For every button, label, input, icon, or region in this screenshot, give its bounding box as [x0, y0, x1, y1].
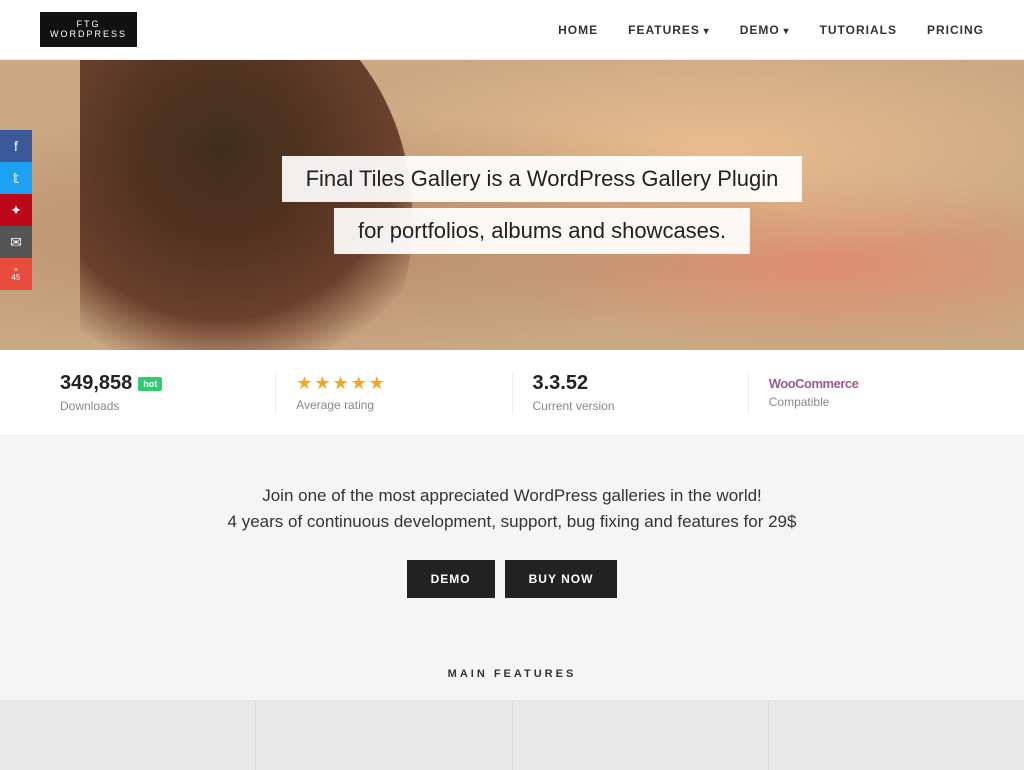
demo-button[interactable]: DEMO: [407, 560, 495, 598]
hot-badge: hot: [138, 377, 162, 391]
logo-line2: WORDPRESS: [50, 30, 127, 40]
logo[interactable]: FTG WORDPRESS: [40, 12, 137, 48]
feature-card-2: [256, 700, 512, 770]
downloads-number: 349,858: [60, 372, 132, 395]
hero-section: Final Tiles Gallery is a WordPress Galle…: [0, 60, 1024, 350]
stat-version: 3.3.52 Current version: [533, 372, 728, 413]
version-value: 3.3.52: [533, 372, 589, 395]
navbar: FTG WORDPRESS HOME FEATURES DEMO TUTORIA…: [0, 0, 1024, 60]
stat-woo: WooCommerce Compatible: [769, 376, 964, 409]
nav-features[interactable]: FEATURES: [628, 23, 710, 37]
rating-stars: ★★★★★: [296, 373, 387, 394]
pinterest-button[interactable]: ✦: [0, 194, 32, 226]
woo-compatible-label: Compatible: [769, 395, 830, 409]
buy-now-button[interactable]: BUY NOW: [505, 560, 618, 598]
stat-rating: ★★★★★ Average rating: [296, 373, 491, 412]
promo-section: Join one of the most appreciated WordPre…: [0, 436, 1024, 638]
hero-headline-1: Final Tiles Gallery is a WordPress Galle…: [282, 156, 803, 202]
facebook-button[interactable]: f: [0, 130, 32, 162]
promo-line2: 4 years of continuous development, suppo…: [40, 512, 984, 532]
promo-line1: Join one of the most appreciated WordPre…: [40, 486, 984, 506]
hero-text-overlay: Final Tiles Gallery is a WordPress Galle…: [282, 156, 803, 254]
nav-links: HOME FEATURES DEMO TUTORIALS PRICING: [558, 21, 984, 39]
feature-card-3: [513, 700, 769, 770]
stat-divider-3: [748, 373, 749, 413]
version-label: Current version: [533, 399, 615, 413]
twitter-button[interactable]: 𝕥: [0, 162, 32, 194]
email-button[interactable]: ✉: [0, 226, 32, 258]
downloads-value-wrapper: 349,858 hot: [60, 372, 162, 395]
hero-headline-2: for portfolios, albums and showcases.: [334, 208, 750, 254]
stat-divider-1: [275, 373, 276, 413]
features-cards: [0, 700, 1024, 770]
features-title: MAIN FEATURES: [0, 668, 1024, 680]
downloads-label: Downloads: [60, 399, 119, 413]
promo-buttons: DEMO BUY NOW: [40, 560, 984, 598]
nav-pricing[interactable]: PRICING: [927, 23, 984, 37]
nav-tutorials[interactable]: TUTORIALS: [820, 23, 897, 37]
features-section: MAIN FEATURES: [0, 638, 1024, 770]
woocommerce-logo: WooCommerce: [769, 376, 859, 391]
stat-divider-2: [512, 373, 513, 413]
feature-card-4: [769, 700, 1024, 770]
social-sidebar: f 𝕥 ✦ ✉ + 45: [0, 130, 32, 290]
woo-text: WooCommerce: [769, 376, 859, 391]
stats-bar: 349,858 hot Downloads ★★★★★ Average rati…: [0, 350, 1024, 436]
rating-label: Average rating: [296, 398, 374, 412]
stat-downloads: 349,858 hot Downloads: [60, 372, 255, 413]
feature-card-1: [0, 700, 256, 770]
plus-button[interactable]: + 45: [0, 258, 32, 290]
nav-home[interactable]: HOME: [558, 23, 598, 37]
nav-demo[interactable]: DEMO: [740, 23, 790, 37]
plus-count: 45: [12, 274, 21, 282]
